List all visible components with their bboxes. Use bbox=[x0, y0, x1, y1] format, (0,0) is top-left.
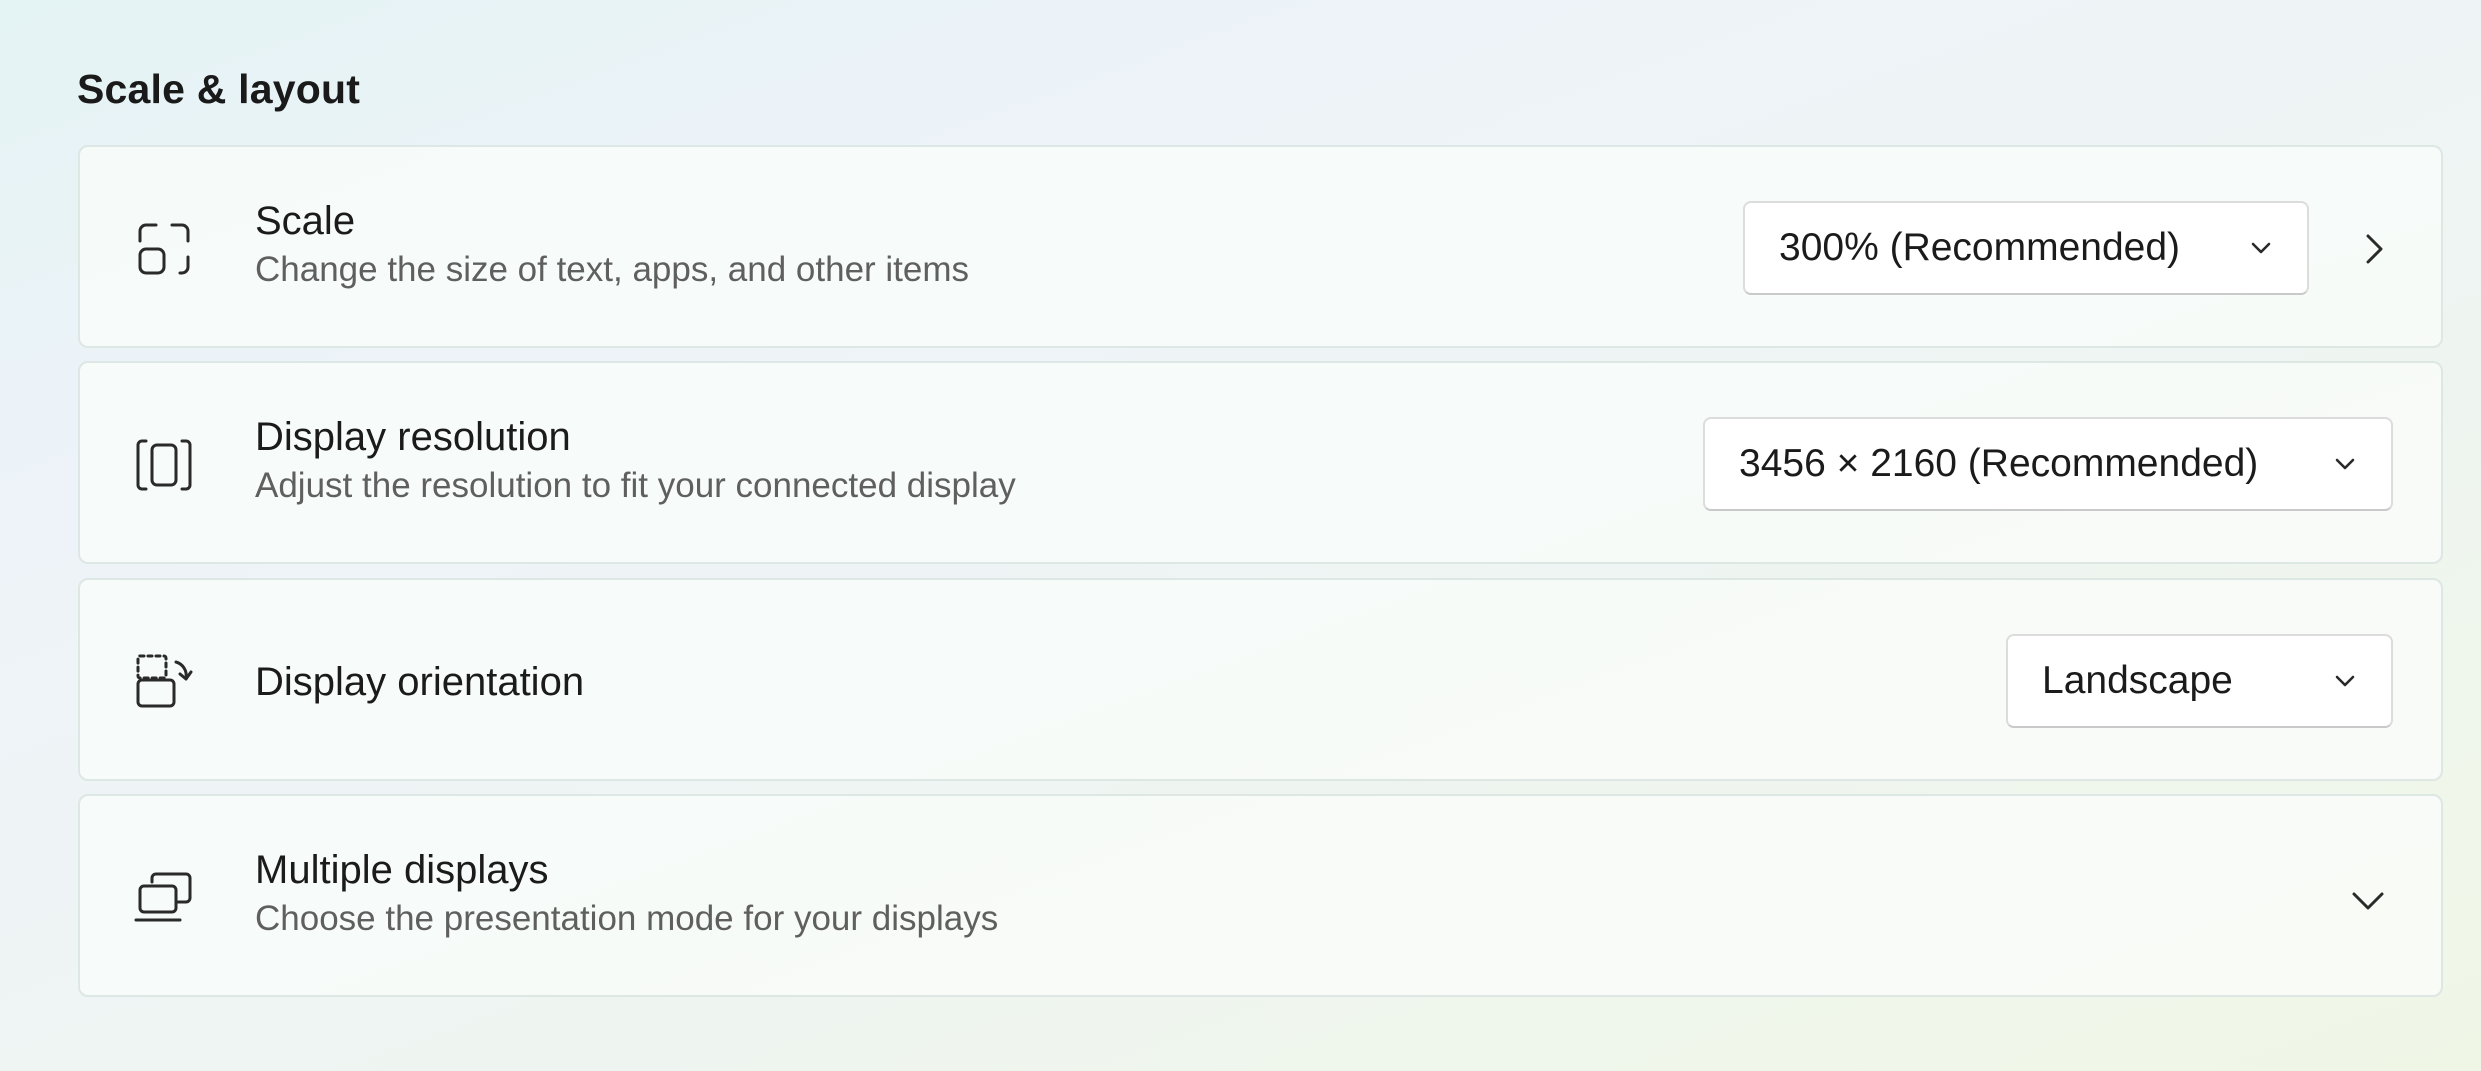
chevron-down-icon[interactable] bbox=[2348, 880, 2388, 920]
scale-dropdown-value: 300% (Recommended) bbox=[1779, 226, 2181, 269]
scale-text: Scale Change the size of text, apps, and… bbox=[255, 197, 969, 291]
multiple-displays-text: Multiple displays Choose the presentatio… bbox=[255, 846, 998, 940]
scale-icon bbox=[132, 217, 196, 281]
display-orientation-dropdown[interactable]: Landscape bbox=[2006, 634, 2393, 728]
display-resolution-dropdown-value: 3456 × 2160 (Recommended) bbox=[1739, 442, 2259, 485]
scale-description: Change the size of text, apps, and other… bbox=[255, 250, 970, 289]
display-resolution-dropdown[interactable]: 3456 × 2160 (Recommended) bbox=[1703, 417, 2393, 511]
display-orientation-icon bbox=[132, 650, 196, 714]
section-title: Scale & layout bbox=[77, 66, 361, 112]
display-orientation-dropdown-value: Landscape bbox=[2042, 659, 2233, 702]
chevron-down-icon bbox=[2335, 675, 2355, 687]
chevron-down-icon bbox=[2335, 458, 2355, 470]
display-resolution-icon bbox=[132, 433, 196, 497]
display-resolution-card: Display resolution Adjust the resolution… bbox=[78, 361, 2443, 564]
scale-title: Scale bbox=[255, 199, 356, 243]
display-resolution-title: Display resolution bbox=[255, 415, 571, 459]
multiple-displays-description: Choose the presentation mode for your di… bbox=[255, 899, 999, 938]
scale-setting-card[interactable]: Scale Change the size of text, apps, and… bbox=[78, 145, 2443, 348]
display-orientation-card: Display orientation Landscape bbox=[78, 578, 2443, 781]
display-resolution-description: Adjust the resolution to fit your connec… bbox=[255, 466, 1016, 505]
chevron-down-icon bbox=[2251, 242, 2271, 254]
multiple-displays-card[interactable]: Multiple displays Choose the presentatio… bbox=[78, 794, 2443, 997]
multiple-displays-icon bbox=[132, 866, 196, 930]
chevron-right-icon[interactable] bbox=[2356, 231, 2392, 267]
display-orientation-text: Display orientation bbox=[255, 658, 584, 706]
display-orientation-title: Display orientation bbox=[255, 660, 585, 704]
scale-dropdown[interactable]: 300% (Recommended) bbox=[1743, 201, 2309, 295]
display-resolution-text: Display resolution Adjust the resolution… bbox=[255, 413, 1016, 507]
multiple-displays-title: Multiple displays bbox=[255, 848, 549, 892]
